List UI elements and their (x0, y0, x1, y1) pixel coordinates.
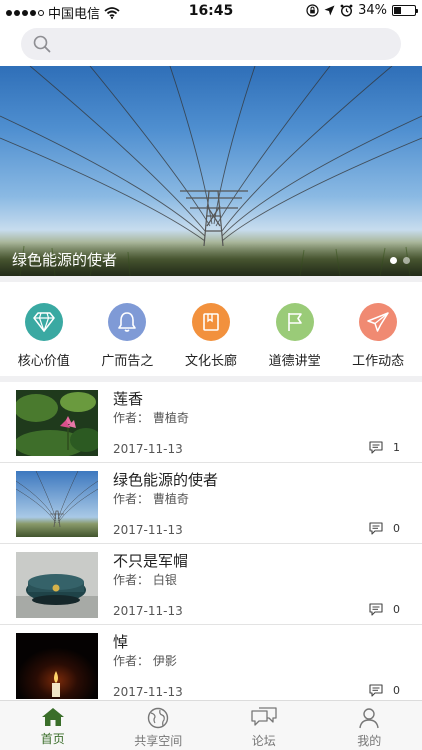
banner-caption: 绿色能源的使者 (12, 251, 118, 269)
tab-profile[interactable]: 我的 (317, 701, 422, 750)
category-announcements[interactable]: 广而告之 (86, 282, 170, 376)
list-item[interactable]: 莲香 作者： 曹植奇 2017-11-13 1 (0, 382, 422, 463)
article-author: 作者： 伊影 (113, 654, 177, 668)
diamond-icon (33, 312, 55, 332)
tab-label: 共享空间 (134, 734, 183, 748)
battery-icon (392, 5, 418, 16)
list-item[interactable]: 悼 作者： 伊影 2017-11-13 0 (0, 625, 422, 700)
banner-carousel[interactable]: 绿色能源的使者 (0, 66, 422, 276)
category-work-news[interactable]: 工作动态 (336, 282, 420, 376)
category-label: 工作动态 (352, 354, 405, 369)
article-title: 悼 (113, 633, 129, 651)
category-icon-circle (108, 303, 147, 341)
paper-plane-icon (367, 312, 389, 332)
home-icon (41, 708, 64, 726)
comment-icon (369, 522, 383, 535)
category-core-values[interactable]: 核心价值 (2, 282, 86, 376)
category-ethics-hall[interactable]: 道德讲堂 (253, 282, 337, 376)
alarm-icon (340, 4, 353, 17)
article-thumbnail-military-cap (16, 552, 98, 618)
article-date: 2017-11-13 (113, 523, 183, 537)
location-arrow-icon (324, 5, 335, 16)
category-culture-gallery[interactable]: 文化长廊 (169, 282, 253, 376)
status-bar: 中国电信 16:45 34% (0, 0, 422, 22)
globe-icon (148, 707, 169, 729)
pager-dot-active[interactable] (390, 257, 397, 264)
battery-percent: 34% (358, 3, 387, 18)
comment-count: 1 (369, 441, 400, 454)
tab-forum[interactable]: 论坛 (211, 701, 317, 750)
tab-label: 首页 (40, 732, 65, 746)
orientation-lock-icon (306, 4, 319, 17)
person-icon (359, 708, 379, 729)
category-label: 道德讲堂 (268, 354, 321, 369)
bell-icon (118, 312, 137, 332)
banner-pager (390, 257, 410, 264)
tab-bar: 首页 共享空间 论坛 我的 (0, 700, 422, 750)
article-author: 作者： 曹植奇 (113, 411, 189, 425)
comment-count-value: 0 (393, 684, 400, 697)
flag-icon (287, 313, 302, 331)
list-item[interactable]: 不只是军帽 作者： 白银 2017-11-13 0 (0, 544, 422, 625)
category-label: 核心价值 (17, 354, 70, 369)
tab-label: 论坛 (251, 734, 276, 748)
article-author: 作者： 曹植奇 (113, 492, 189, 506)
tab-home[interactable]: 首页 (0, 701, 106, 750)
category-label: 文化长廊 (184, 354, 237, 369)
comment-count-value: 0 (393, 603, 400, 616)
search-input[interactable] (21, 28, 401, 60)
article-thumbnail-lotus (16, 390, 98, 456)
search-bar (0, 22, 422, 66)
category-icon-circle (359, 303, 398, 341)
category-grid: 核心价值 广而告之 文化长廊 道德讲堂 工作动态 (0, 282, 422, 376)
article-title: 绿色能源的使者 (113, 471, 219, 489)
book-icon (203, 313, 219, 331)
article-title: 不只是军帽 (113, 552, 189, 570)
comment-count: 0 (369, 603, 400, 616)
list-item[interactable]: 绿色能源的使者 作者： 曹植奇 2017-11-13 0 (0, 463, 422, 544)
comment-count-value: 0 (393, 522, 400, 535)
category-label: 广而告之 (101, 354, 154, 369)
category-icon-circle (191, 303, 230, 341)
chat-bubbles-icon (251, 707, 277, 726)
category-icon-circle (24, 303, 63, 341)
article-date: 2017-11-13 (113, 604, 183, 618)
comment-count: 0 (369, 684, 400, 697)
comment-count-value: 1 (393, 441, 400, 454)
article-date: 2017-11-13 (113, 685, 183, 699)
comment-icon (369, 441, 383, 454)
article-list: 莲香 作者： 曹植奇 2017-11-13 1 绿色能源的使者 作者： 曹植奇 … (0, 382, 422, 700)
article-date: 2017-11-13 (113, 442, 183, 456)
category-icon-circle (275, 303, 314, 341)
article-author: 作者： 白银 (113, 573, 177, 587)
comment-icon (369, 684, 383, 697)
article-thumbnail-power-tower (16, 471, 98, 537)
tab-shared-space[interactable]: 共享空间 (106, 701, 212, 750)
article-title: 莲香 (113, 390, 144, 408)
tab-label: 我的 (357, 734, 382, 748)
pager-dot[interactable] (403, 257, 410, 264)
battery-level (394, 7, 401, 14)
article-thumbnail-candle (16, 633, 98, 699)
comment-count: 0 (369, 522, 400, 535)
comment-icon (369, 603, 383, 616)
search-icon (33, 35, 51, 53)
status-right: 34% (306, 3, 418, 18)
